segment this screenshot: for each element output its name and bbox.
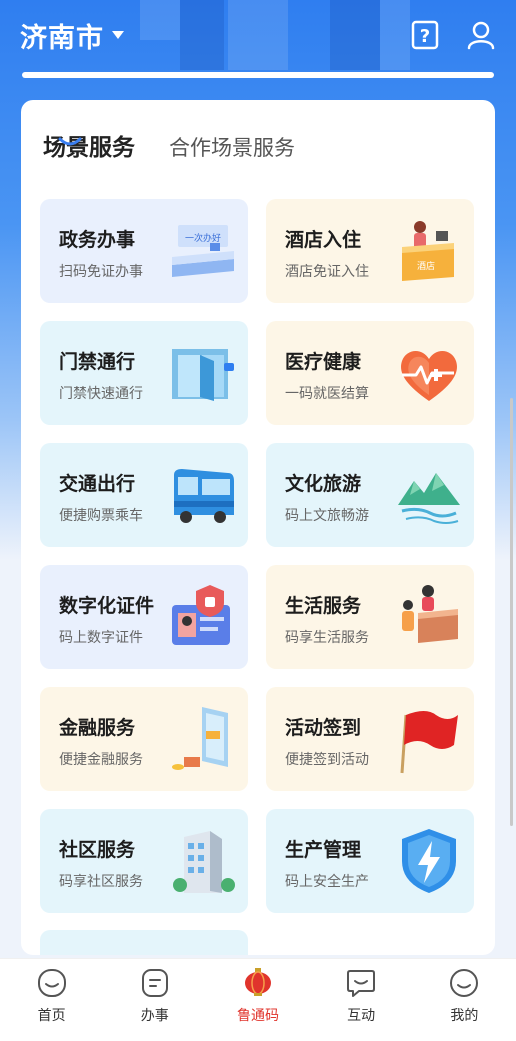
service-grid: 政务办事 扫码免证办事 一次办好 酒店入住 酒店免证入住 酒店 门禁通行 门禁快… xyxy=(40,199,474,913)
card-life-services[interactable]: 生活服务 码享生活服务 xyxy=(266,565,474,669)
card-title: 数字化证件 xyxy=(59,595,155,617)
app-header: 济南市 ? xyxy=(0,0,516,70)
svg-text:一次办好: 一次办好 xyxy=(185,232,221,244)
nav-tasks[interactable]: 办事 xyxy=(110,967,200,1025)
card-subtitle: 酒店免证入住 xyxy=(285,264,369,280)
card-title: 酒店入住 xyxy=(285,229,362,251)
card-subtitle: 扫码免证办事 xyxy=(59,264,143,280)
card-title: 金融服务 xyxy=(59,717,136,739)
card-event-checkin[interactable]: 活动签到 便捷签到活动 xyxy=(266,687,474,791)
card-subtitle: 码上文旅畅游 xyxy=(285,508,369,524)
card-community[interactable]: 社区服务 码享社区服务 xyxy=(40,809,248,913)
caret-down-icon xyxy=(112,31,124,39)
card-door-access[interactable]: 门禁通行 门禁快速通行 xyxy=(40,321,248,425)
card-digital-id[interactable]: 数字化证件 码上数字证件 xyxy=(40,565,248,669)
life-service-icon xyxy=(402,585,458,643)
card-subtitle: 便捷购票乘车 xyxy=(59,508,143,524)
tasks-icon xyxy=(141,969,168,997)
card-culture-tourism[interactable]: 文化旅游 码上文旅畅游 xyxy=(266,443,474,547)
service-panel: 场景服务 合作场景服务 政务办事 扫码免证办事 一次办好 酒店入住 酒店免证入住 xyxy=(21,100,495,955)
card-production-management[interactable]: 生产管理 码上安全生产 xyxy=(266,809,474,913)
lantern-icon xyxy=(244,968,271,996)
help-icon[interactable]: ? xyxy=(410,20,440,50)
svg-text:?: ? xyxy=(420,26,430,47)
tab-scene-services[interactable]: 场景服务 xyxy=(43,128,135,162)
card-subtitle: 便捷金融服务 xyxy=(59,752,143,768)
card-title: 活动签到 xyxy=(285,717,362,739)
card-title: 生产管理 xyxy=(285,839,362,861)
hotel-reception-icon: 酒店 xyxy=(402,221,454,281)
scrollbar[interactable] xyxy=(510,398,513,826)
user-icon[interactable] xyxy=(466,20,496,50)
service-counter-icon: 一次办好 xyxy=(172,225,234,277)
nav-lutongma[interactable]: 鲁通码 xyxy=(213,967,303,1025)
card-title: 门禁通行 xyxy=(59,351,136,373)
card-subtitle: 码享社区服务 xyxy=(59,874,143,890)
card-title: 生活服务 xyxy=(285,595,362,617)
card-subtitle: 码上安全生产 xyxy=(285,874,369,890)
search-bar-edge xyxy=(22,72,494,78)
city-selector[interactable]: 济南市 xyxy=(20,16,124,55)
heart-health-icon xyxy=(401,350,457,401)
card-medical-health[interactable]: 医疗健康 一码就医结算 xyxy=(266,321,474,425)
door-access-icon xyxy=(172,349,234,401)
nav-profile[interactable]: 我的 xyxy=(419,967,509,1025)
mountain-icon xyxy=(398,473,460,524)
card-subtitle: 码上数字证件 xyxy=(59,630,143,646)
card-partial[interactable] xyxy=(40,930,248,955)
card-title: 交通出行 xyxy=(59,473,136,495)
shield-bolt-icon xyxy=(402,829,456,893)
card-hotel-checkin[interactable]: 酒店入住 酒店免证入住 酒店 xyxy=(266,199,474,303)
tab-indicator xyxy=(58,137,82,146)
nav-label: 鲁通码 xyxy=(236,1008,279,1024)
nav-interaction[interactable]: 互动 xyxy=(316,967,406,1025)
card-subtitle: 门禁快速通行 xyxy=(59,386,143,402)
home-icon xyxy=(37,969,66,997)
nav-label: 首页 xyxy=(37,1008,66,1024)
card-title: 文化旅游 xyxy=(285,473,362,495)
card-subtitle: 一码就医结算 xyxy=(285,386,369,402)
card-subtitle: 便捷签到活动 xyxy=(285,752,369,768)
card-government-affairs[interactable]: 政务办事 扫码免证办事 一次办好 xyxy=(40,199,248,303)
chat-icon xyxy=(347,970,376,997)
card-finance[interactable]: 金融服务 便捷金融服务 xyxy=(40,687,248,791)
tab-partner-services[interactable]: 合作场景服务 xyxy=(169,132,295,162)
finance-icon xyxy=(172,707,228,770)
id-card-icon xyxy=(172,585,230,645)
bottom-nav: 首页 办事 鲁通码 互动 我的 xyxy=(0,958,516,1041)
card-title: 医疗健康 xyxy=(285,351,362,373)
flag-icon xyxy=(400,711,458,774)
card-transport[interactable]: 交通出行 便捷购票乘车 xyxy=(40,443,248,547)
nav-home[interactable]: 首页 xyxy=(7,967,97,1025)
building-icon xyxy=(173,831,235,893)
city-name: 济南市 xyxy=(20,22,104,54)
profile-icon xyxy=(450,969,479,997)
card-title: 政务办事 xyxy=(59,229,136,251)
svg-text:酒店: 酒店 xyxy=(417,260,435,272)
bus-icon xyxy=(174,469,234,523)
card-subtitle: 码享生活服务 xyxy=(285,630,369,646)
nav-label: 互动 xyxy=(347,1008,376,1024)
nav-label: 我的 xyxy=(450,1008,479,1024)
card-title: 社区服务 xyxy=(59,839,136,861)
nav-label: 办事 xyxy=(140,1008,169,1024)
